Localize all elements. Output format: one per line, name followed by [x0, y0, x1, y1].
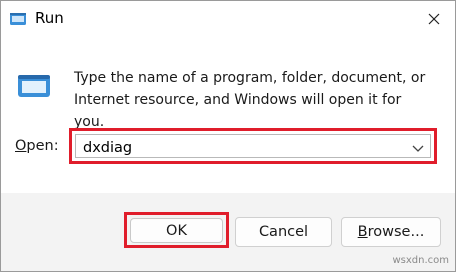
run-program-icon [18, 75, 50, 97]
watermark: wsxdn.com [392, 255, 449, 266]
cancel-button[interactable]: Cancel [235, 217, 332, 247]
dialog-body: Type the name of a program, folder, docu… [1, 37, 455, 193]
browse-accesskey: B [357, 224, 368, 240]
run-dialog: Run Type the name of a program, folder, … [0, 0, 456, 272]
ok-button[interactable]: OK [130, 218, 223, 243]
title-bar[interactable]: Run [1, 1, 455, 37]
open-combobox-highlight: dxdiag [69, 128, 437, 164]
browse-label: rowse... [367, 224, 425, 240]
close-icon [428, 13, 440, 25]
open-label-accesskey: O [15, 138, 27, 154]
open-label: Open: [15, 138, 59, 154]
chevron-down-icon[interactable] [412, 143, 424, 153]
browse-button[interactable]: Browse... [341, 217, 441, 247]
run-description: Type the name of a program, folder, docu… [74, 70, 426, 130]
run-app-icon [10, 13, 26, 25]
open-input[interactable]: dxdiag [83, 140, 132, 156]
open-label-text: pen: [26, 138, 59, 154]
open-combobox[interactable]: dxdiag [75, 134, 431, 158]
window-title: Run [35, 9, 64, 27]
dialog-footer: OK Cancel Browse... wsxdn.com [1, 193, 455, 271]
close-button[interactable] [421, 7, 447, 31]
